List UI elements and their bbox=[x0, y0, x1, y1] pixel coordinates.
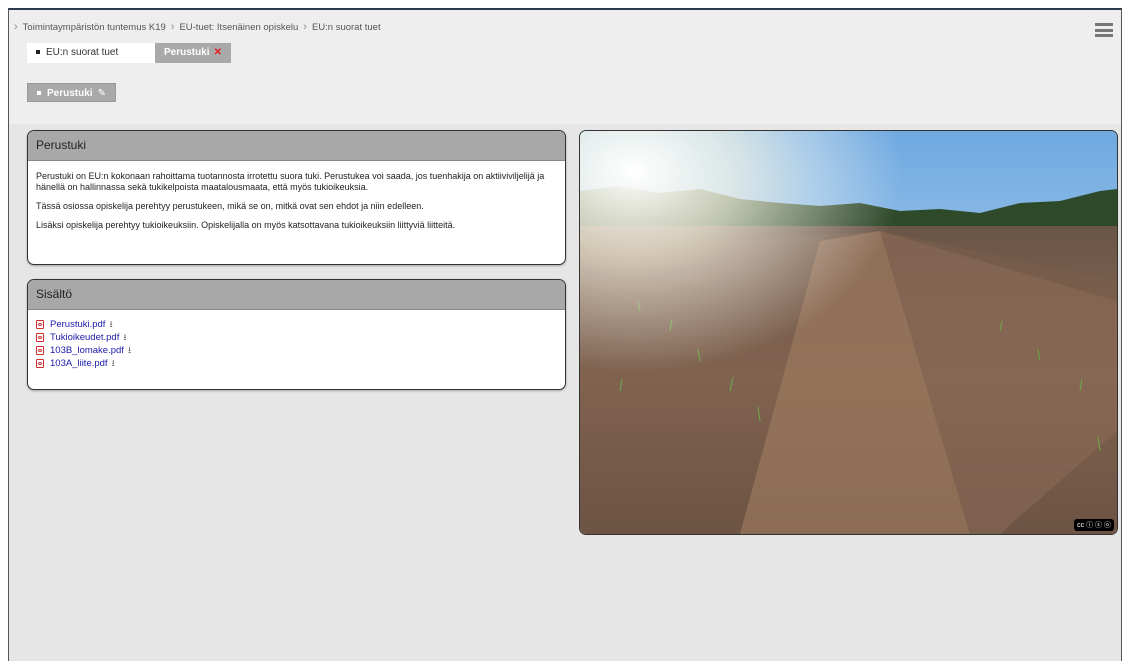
breadcrumb: › Toimintaympäristön tuntemus K19 › EU-tuet… bbox=[9, 21, 381, 33]
pdf-icon bbox=[36, 333, 44, 342]
header-area: › Toimintaympäristön tuntemus K19 › EU-tuet… bbox=[9, 10, 1121, 124]
field-image bbox=[580, 131, 1117, 534]
license-badge[interactable]: cc ⓘ ⓢ ⓞ bbox=[1074, 519, 1114, 531]
download-icon[interactable]: ⭳ bbox=[112, 358, 115, 369]
download-icon[interactable]: ⭳ bbox=[109, 319, 112, 330]
info-paragraph: Perustuki on EU:n kokonaan rahoittama tu… bbox=[36, 171, 545, 192]
list-item: 103B_lomake.pdf ⭳ bbox=[36, 345, 557, 356]
info-panel-body: Perustuki on EU:n kokonaan rahoittama tu… bbox=[28, 161, 565, 249]
pdf-icon bbox=[36, 320, 44, 329]
pdf-icon bbox=[36, 346, 44, 355]
file-link[interactable]: 103A_liite.pdf bbox=[50, 358, 108, 369]
chevron-right-icon: › bbox=[170, 21, 175, 33]
file-link[interactable]: 103B_lomake.pdf bbox=[50, 345, 124, 356]
content-panel-title: Sisältö bbox=[28, 280, 565, 310]
menu-icon[interactable] bbox=[1095, 23, 1113, 37]
close-icon[interactable]: ✕ bbox=[214, 47, 222, 58]
bullet-icon bbox=[36, 50, 40, 55]
tab-eu-suorat-tuet[interactable]: EU:n suorat tuet bbox=[27, 43, 155, 63]
file-link[interactable]: Tukioikeudet.pdf bbox=[50, 332, 119, 343]
file-link[interactable]: Perustuki.pdf bbox=[50, 319, 105, 330]
breadcrumb-item-section[interactable]: EU-tuet: Itsenäinen opiskelu bbox=[179, 22, 298, 33]
bullet-icon bbox=[37, 91, 41, 96]
download-icon[interactable]: ⭳ bbox=[128, 345, 131, 356]
subtab-label: Perustuki bbox=[47, 88, 93, 99]
tab-perustuki[interactable]: Perustuki ✕ bbox=[155, 43, 231, 63]
list-item: Tukioikeudet.pdf ⭳ bbox=[36, 332, 557, 343]
content-panel: Sisältö Perustuki.pdf ⭳ Tukioikeudet.pdf ⭳… bbox=[27, 279, 566, 390]
list-item: 103A_liite.pdf ⭳ bbox=[36, 358, 557, 369]
field-photo: cc ⓘ ⓢ ⓞ bbox=[579, 130, 1118, 535]
breadcrumb-item-course[interactable]: Toimintaympäristön tuntemus K19 bbox=[23, 22, 166, 33]
chevron-right-icon: › bbox=[14, 21, 18, 33]
app-frame: › Toimintaympäristön tuntemus K19 › EU-tuet… bbox=[8, 8, 1122, 661]
edit-icon[interactable]: ✎ bbox=[98, 84, 106, 103]
subtab-perustuki[interactable]: Perustuki ✎ bbox=[27, 83, 116, 102]
tab-label: Perustuki bbox=[164, 47, 210, 58]
tab-bar: EU:n suorat tuet Perustuki ✕ bbox=[27, 43, 231, 63]
info-paragraph: Tässä osiossa opiskelija perehtyy perust… bbox=[36, 201, 424, 211]
pdf-icon bbox=[36, 359, 44, 368]
info-panel-title: Perustuki bbox=[28, 131, 565, 161]
chevron-right-icon: › bbox=[303, 21, 307, 33]
info-paragraph: Lisäksi opiskelija perehtyy tukioikeuksi… bbox=[36, 220, 456, 230]
tab-label: EU:n suorat tuet bbox=[46, 47, 119, 58]
breadcrumb-item-current[interactable]: EU:n suorat tuet bbox=[312, 22, 381, 33]
download-icon[interactable]: ⭳ bbox=[123, 332, 126, 343]
file-list: Perustuki.pdf ⭳ Tukioikeudet.pdf ⭳ 103B_lo… bbox=[28, 310, 565, 381]
info-panel: Perustuki Perustuki on EU:n kokonaan rah… bbox=[27, 130, 566, 265]
list-item: Perustuki.pdf ⭳ bbox=[36, 319, 557, 330]
